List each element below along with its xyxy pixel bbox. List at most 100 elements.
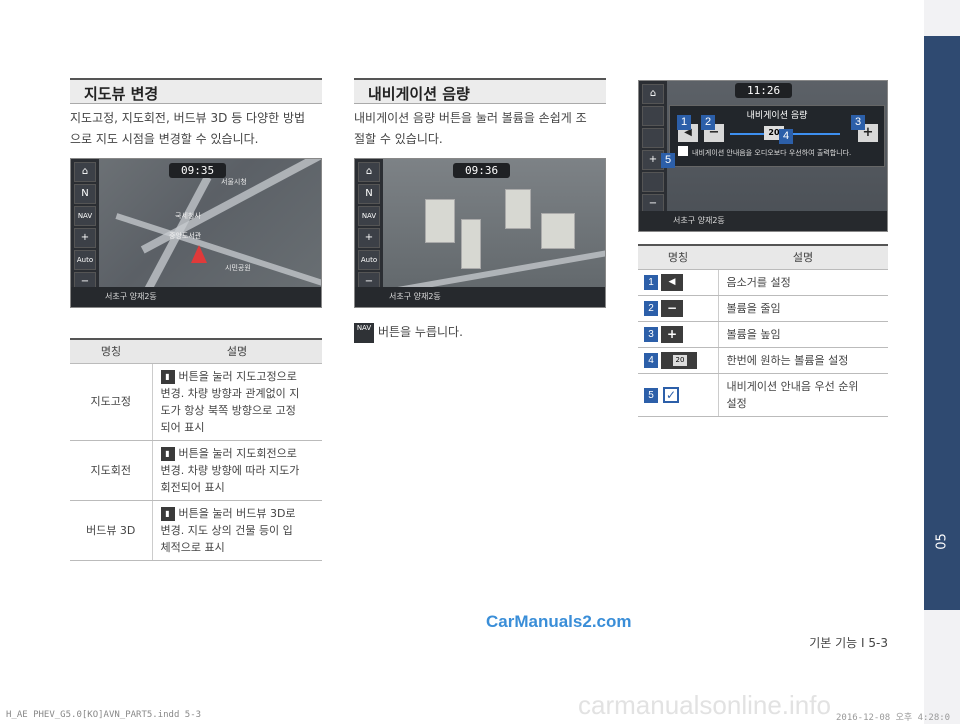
callout-1: 1 — [677, 115, 691, 130]
table-header-name: 명칭 — [638, 244, 718, 270]
intro-line-1: 지도고정, 지도회전, 버드뷰 3D 등 다양한 방법 — [70, 111, 306, 125]
watermark-carmanuals: CarManuals2.com — [486, 612, 632, 631]
table-row: 4 20 한번에 원하는 볼륨을 설정 — [638, 347, 888, 374]
3d-building — [505, 189, 531, 229]
print-info: H_AE PHEV_G5.0[KO]AVN_PART5.indd 5-3 — [6, 710, 202, 720]
volume-bar-icon: 20 — [661, 351, 697, 369]
callout-5: 5 — [661, 153, 675, 168]
table-row: 버드뷰 3D ▮ 버튼을 눌러 버드뷰 3D로 변경. 지도 상의 건물 등이 입… — [70, 500, 322, 561]
row-name: 3 + — [638, 321, 719, 348]
current-location-bar: 서초구 양재2동 — [355, 287, 605, 307]
page-number: 기본 기능 I 5-3 — [809, 636, 888, 650]
row-description: 내비게이션 안내음 우선 순위 설정 — [718, 373, 888, 417]
nav-volume-button[interactable]: NAV — [358, 206, 380, 226]
poi-label: 시민공원 — [225, 264, 251, 272]
zoom-in-button[interactable]: + — [358, 228, 380, 248]
nav-volume-screenshot: ⌂ N NAV + Auto − 09:36 서초구 양재2동 — [354, 158, 606, 308]
row-description: 볼륨을 높임 — [718, 321, 888, 348]
intro-line-2: 절할 수 있습니다. — [354, 132, 443, 146]
intro-line-1: 내비게이션 음량 버튼을 눌러 볼륨을 손쉽게 조 — [354, 111, 587, 125]
callout-2: 2 — [701, 115, 715, 130]
section-title-map-view: 지도뷰 변경 — [70, 78, 322, 104]
screen-clock: 09:36 — [453, 163, 511, 178]
step-instruction: NAV 버튼을 누릅니다. — [354, 322, 610, 343]
nav-volume-intro: 내비게이션 음량 버튼을 눌러 볼륨을 손쉽게 조 절할 수 있습니다. — [354, 108, 610, 150]
auto-zoom-button[interactable]: Auto — [74, 250, 96, 270]
callout-4: 4 — [779, 129, 793, 144]
table-row: 1 ◀ 음소거를 설정 — [638, 269, 888, 296]
3d-building — [425, 199, 455, 243]
print-date: 2016-12-08 오후 4:28:0 — [836, 713, 951, 723]
row-description: ▮ 버튼을 눌러 버드뷰 3D로 변경. 지도 상의 건물 등이 입 체적으로 표… — [152, 500, 322, 561]
chapter-side-tab: 05 — [924, 0, 960, 724]
map-fixed-icon: ▮ — [160, 369, 175, 384]
map-view-table: 명칭 설명 지도고정 ▮ 버튼을 눌러 지도고정으로 변경. 차량 방향과 관계없… — [70, 338, 322, 561]
row-description: 볼륨을 줄임 — [718, 295, 888, 322]
vehicle-marker-icon — [191, 245, 207, 263]
table-row: 지도고정 ▮ 버튼을 눌러 지도고정으로 변경. 차량 방향과 관계없이 지 도가… — [70, 363, 322, 441]
table-header-name: 명칭 — [70, 338, 152, 364]
current-location-bar: 서초구 양재2동 — [639, 211, 887, 231]
table-row: 2− 볼륨을 줄임 — [638, 295, 888, 322]
table-row: 5 ✓ 내비게이션 안내음 우선 순위 설정 — [638, 373, 888, 417]
table-row: 지도회전 ▮ 버튼을 눌러 지도회전으로 변경. 차량 방향에 따라 지도가 회전… — [70, 440, 322, 501]
screen-clock: 11:26 — [735, 83, 793, 98]
watermark-site: carmanualsonline.info — [578, 690, 831, 720]
nav-button-icon: NAV — [354, 322, 374, 343]
intro-line-2: 으로 지도 시점을 변경할 수 있습니다. — [70, 132, 259, 146]
map-orientation-button[interactable] — [642, 106, 664, 126]
callout-badge-3: 3 — [644, 326, 658, 342]
map-rotate-icon: ▮ — [160, 446, 175, 461]
map-orientation-button[interactable]: N — [358, 184, 380, 204]
poi-label: 국세청사 — [175, 212, 201, 220]
callout-badge-2: 2 — [644, 300, 658, 316]
callout-3: 3 — [851, 115, 865, 130]
poi-label: 중앙도서관 — [169, 232, 202, 240]
chapter-number: 05 — [934, 533, 950, 550]
plus-icon: + — [661, 325, 683, 343]
map-view-screenshot: 서울시청 국세청사 중앙도서관 시민공원 ⌂ N NAV + Auto − 09… — [70, 158, 322, 308]
table-header-desc: 설명 — [718, 244, 888, 270]
table-row: 3 + 볼륨을 높임 — [638, 321, 888, 348]
map-side-panel: ⌂ N NAV + Auto − — [355, 159, 383, 307]
volume-table: 명칭 설명 1 ◀ 음소거를 설정 2− 볼륨을 줄임 3 + 볼륨을 높임 4 20 — [638, 244, 888, 417]
screen-clock: 09:35 — [169, 163, 227, 178]
nav-volume-button[interactable]: NAV — [74, 206, 96, 226]
step-text: 버튼을 누릅니다. — [378, 325, 463, 339]
map-orientation-button[interactable]: N — [74, 184, 96, 204]
callout-badge-1: 1 — [644, 274, 658, 290]
row-name: 5 ✓ — [638, 373, 719, 417]
nav-volume-button[interactable] — [642, 128, 664, 148]
3d-building — [541, 213, 575, 249]
home-button[interactable]: ⌂ — [358, 162, 380, 182]
home-button[interactable]: ⌂ — [74, 162, 96, 182]
row-name: 지도회전 — [70, 440, 153, 501]
row-name: 지도고정 — [70, 363, 153, 441]
table-header-desc: 설명 — [152, 338, 322, 364]
poi-label: 서울시청 — [221, 178, 247, 186]
row-description: 한번에 원하는 볼륨을 설정 — [718, 347, 888, 374]
priority-checkbox-label: 내비게이션 안내음을 오디오보다 우선하여 출력합니다. — [692, 149, 852, 157]
auto-zoom-button[interactable] — [642, 172, 664, 192]
volume-popup-screenshot: ⌂ + − 11:26 내비게이션 음량 ◀ − 20 + 내비게이션 안내음을… — [638, 80, 888, 232]
3d-building — [461, 219, 481, 269]
current-location-bar: 서초구 양재2동 — [71, 287, 321, 307]
row-description: 음소거를 설정 — [718, 269, 888, 296]
row-description: ▮ 버튼을 눌러 지도고정으로 변경. 차량 방향과 관계없이 지 도가 항상 북… — [152, 363, 322, 441]
checkbox-icon: ✓ — [663, 387, 679, 403]
row-name: 4 20 — [638, 347, 719, 374]
callout-badge-5: 5 — [644, 387, 658, 403]
zoom-in-button[interactable]: + — [74, 228, 96, 248]
home-button[interactable]: ⌂ — [642, 84, 664, 104]
map-side-panel: ⌂ N NAV + Auto − — [71, 159, 99, 307]
row-name: 버드뷰 3D — [70, 500, 153, 561]
auto-zoom-button[interactable]: Auto — [358, 250, 380, 270]
row-description: ▮ 버튼을 눌러 지도회전으로 변경. 차량 방향에 따라 지도가 회전되어 표시 — [152, 440, 322, 501]
minus-icon: − — [661, 299, 683, 317]
row-name: 1 ◀ — [638, 269, 719, 296]
map-view-intro: 지도고정, 지도회전, 버드뷰 3D 등 다양한 방법 으로 지도 시점을 변경… — [70, 108, 326, 150]
birdview-3d-icon: ▮ — [160, 506, 175, 521]
priority-checkbox[interactable] — [678, 146, 688, 156]
speaker-icon: ◀ — [661, 273, 683, 291]
section-title-nav-volume: 내비게이션 음량 — [354, 78, 606, 104]
